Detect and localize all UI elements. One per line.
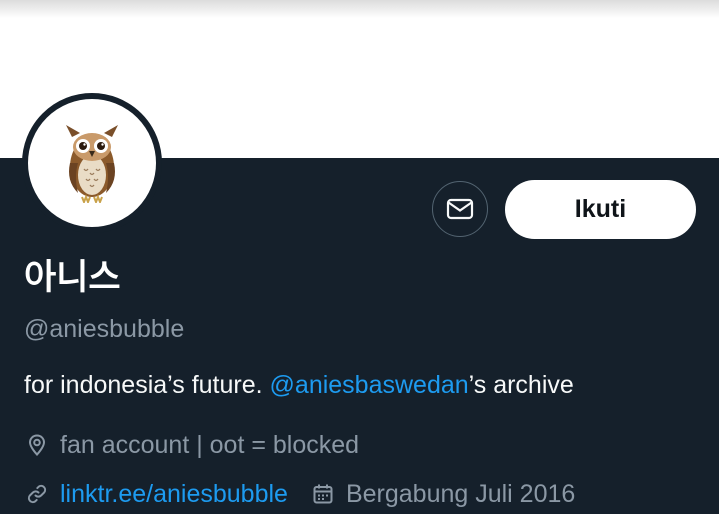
display-name: 아니스 <box>24 258 121 298</box>
profile-avatar[interactable] <box>22 93 162 233</box>
joined-date: Bergabung Juli 2016 <box>310 480 575 509</box>
location-pin-icon <box>24 432 50 458</box>
profile-page: Ikuti 아니스 @aniesbubble for indonesia’s f… <box>0 0 719 514</box>
profile-bio: for indonesia’s future. @aniesbaswedan’s… <box>24 369 574 401</box>
bio-mention-link[interactable]: @aniesbaswedan <box>270 371 469 399</box>
user-handle: @aniesbubble <box>24 315 185 343</box>
envelope-icon <box>446 198 474 220</box>
location-row: fan account | oot = blocked <box>24 429 359 461</box>
website-link[interactable]: linktr.ee/aniesbubble <box>60 480 288 509</box>
message-button[interactable] <box>432 181 488 237</box>
bio-text-end: ’s archive <box>468 371 574 399</box>
location-text: fan account | oot = blocked <box>60 430 360 459</box>
follow-button[interactable]: Ikuti <box>505 180 696 239</box>
links-row: linktr.ee/aniesbubble Bergabung Juli 201… <box>24 478 575 510</box>
bio-text-start: for indonesia’s future. <box>24 371 270 399</box>
joined-text: Bergabung Juli 2016 <box>345 479 576 508</box>
calendar-icon <box>310 481 336 507</box>
owl-icon <box>66 125 118 203</box>
banner-top-shade <box>0 0 719 18</box>
link-icon <box>24 481 50 507</box>
